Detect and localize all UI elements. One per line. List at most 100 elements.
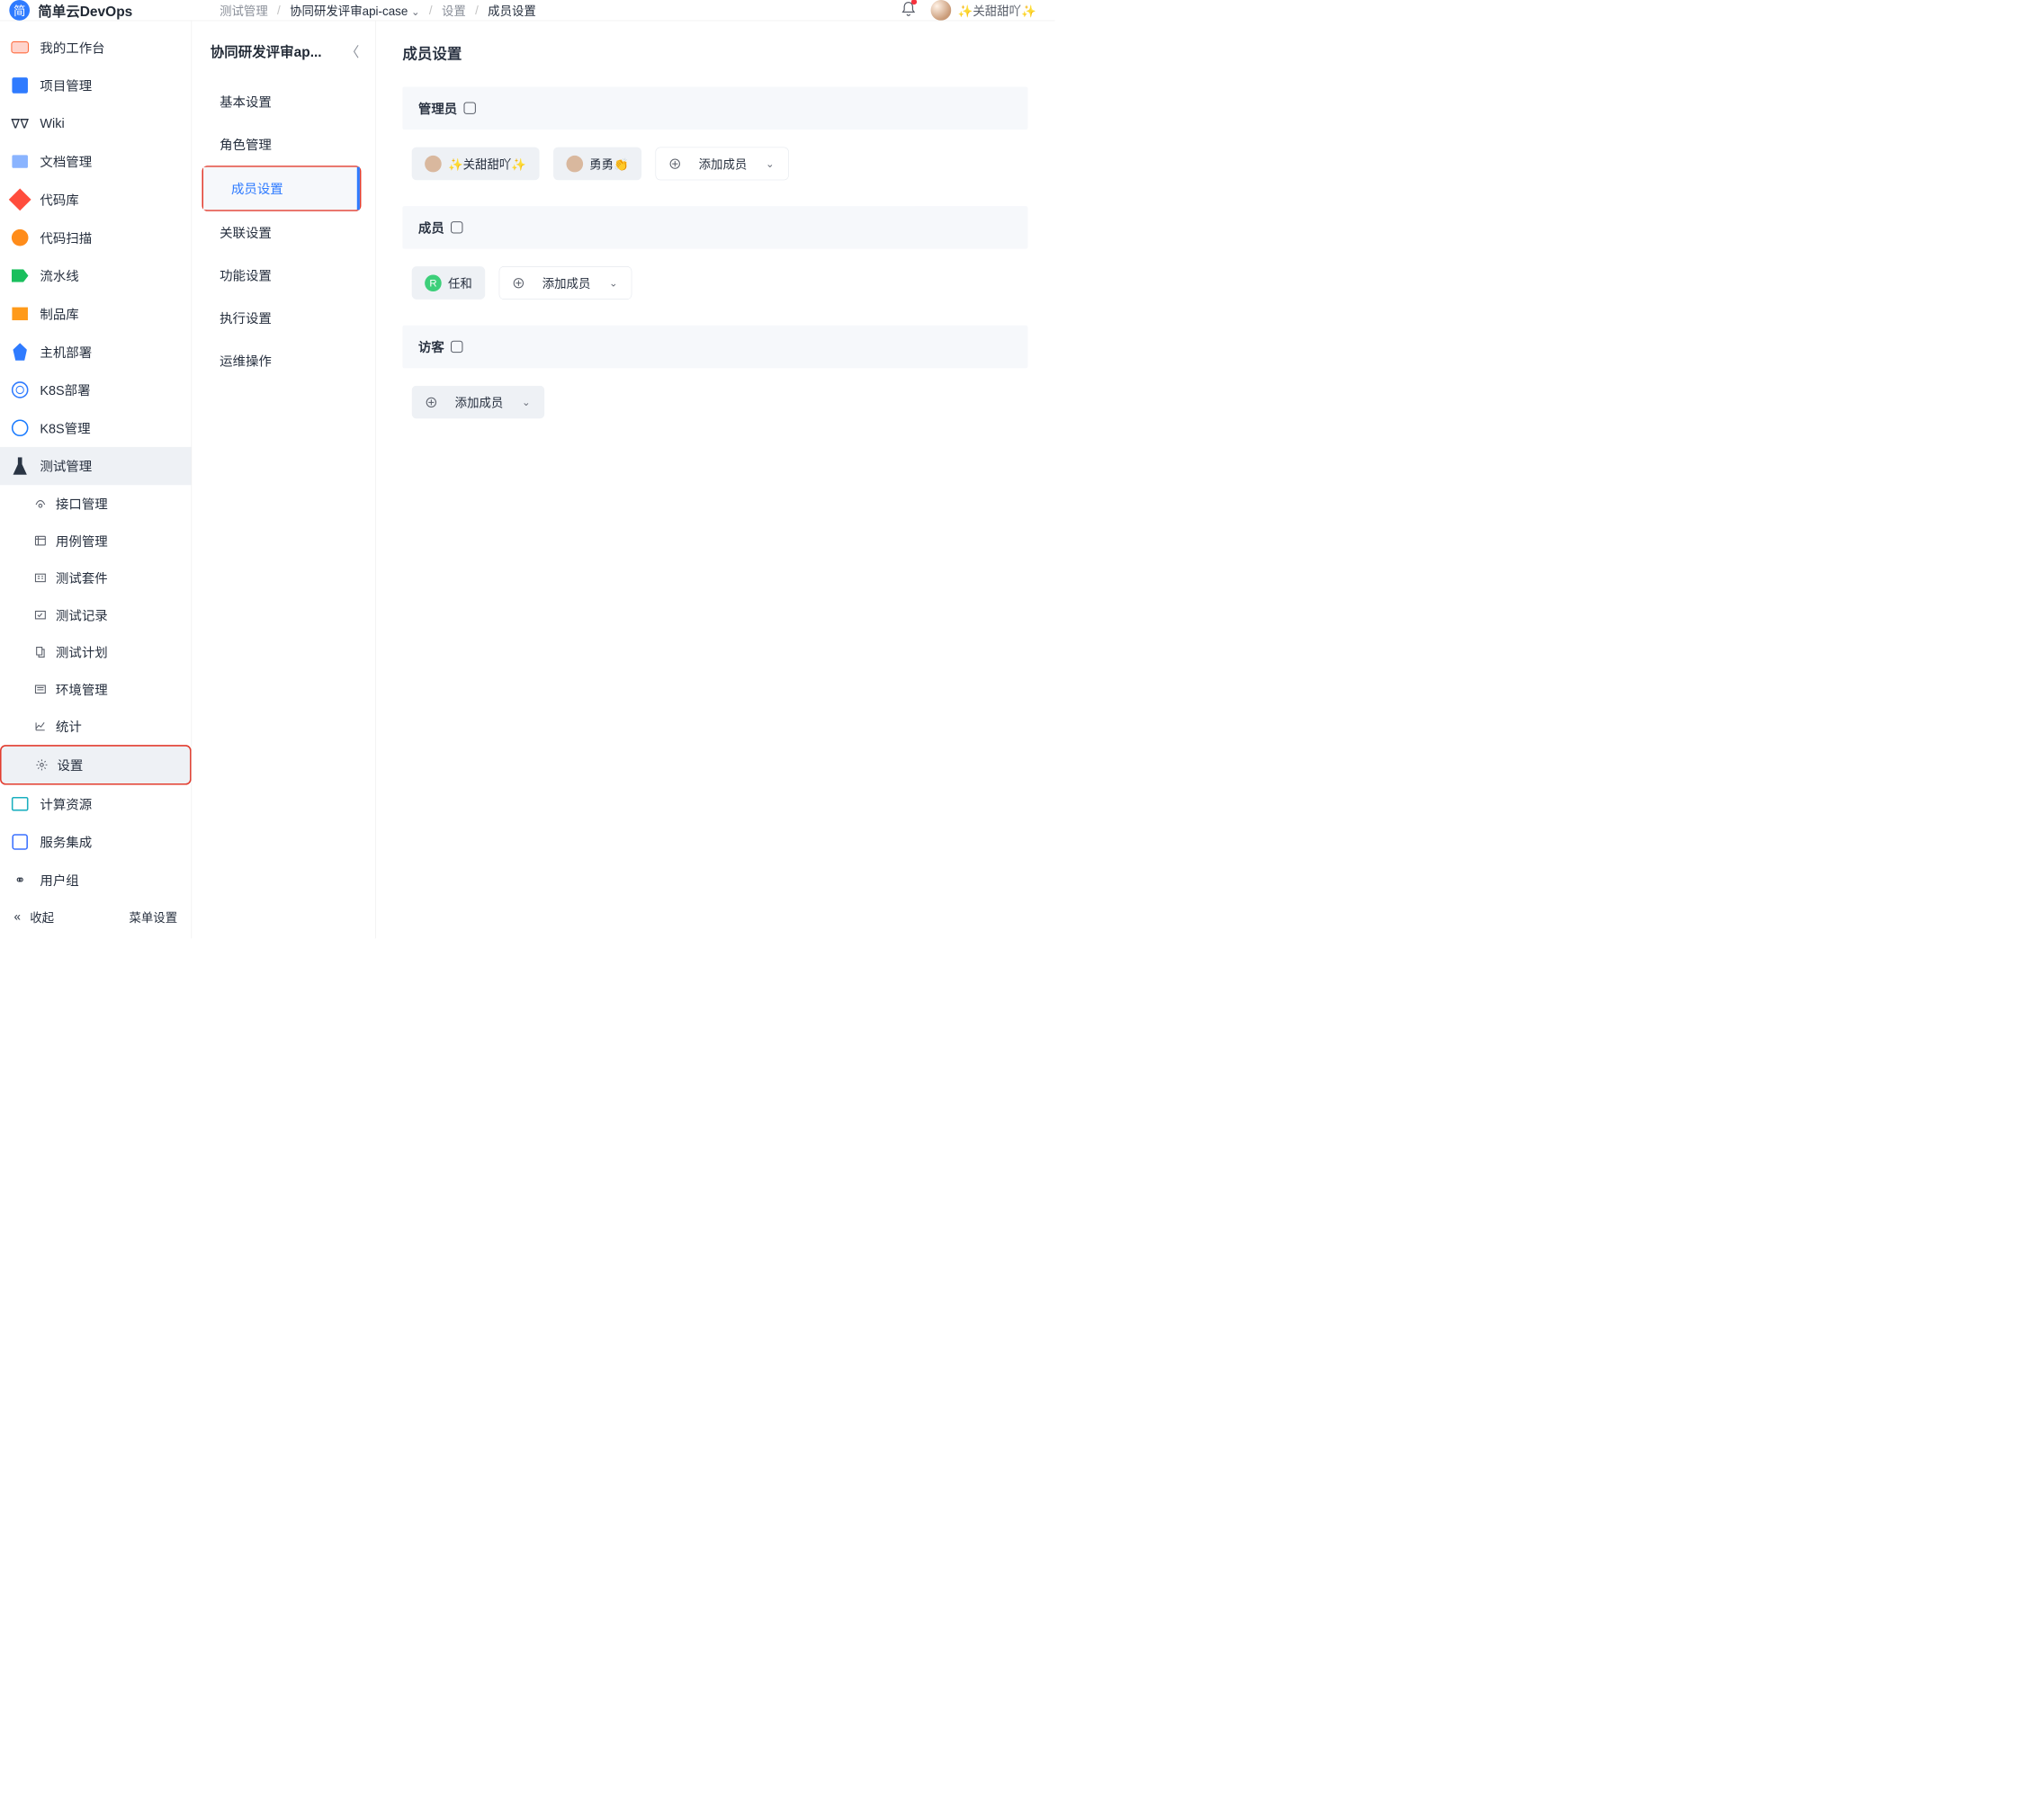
sidebar-item-label: 项目管理 (40, 76, 92, 95)
add-member-button[interactable]: 添加成员⌄ (499, 266, 632, 300)
member-chip[interactable]: R任和 (412, 266, 486, 300)
subitem-icon (35, 758, 49, 772)
notification-bell[interactable] (901, 1, 918, 20)
avatar-icon (566, 156, 583, 173)
plus-icon (670, 158, 680, 168)
breadcrumb-current: 成员设置 (488, 2, 536, 19)
user-name: ✨关甜甜吖✨ (958, 2, 1036, 19)
brand[interactable]: 简 简单云DevOps (0, 0, 192, 21)
sidebar-item-k8sd[interactable]: K8S部署 (0, 371, 192, 408)
sidebar-subitem[interactable]: 测试计划 (0, 633, 192, 670)
chevron-down-icon: ⌄ (609, 277, 618, 289)
breadcrumb-separator: / (429, 3, 433, 17)
breadcrumb-separator: / (475, 3, 479, 17)
sidebar-item-k8sm[interactable]: K8S管理 (0, 409, 192, 447)
settings-tab[interactable]: 成员设置 (203, 167, 360, 210)
section-title: 管理员 (418, 99, 457, 118)
sidebar-item-label: 计算资源 (40, 794, 92, 813)
scan-icon (10, 228, 30, 247)
avatar-icon (425, 156, 442, 173)
sidebar-item-service[interactable]: 服务集成 (0, 823, 192, 861)
usergrp-icon: ⚭ (10, 870, 30, 890)
subitem-icon (33, 533, 47, 547)
main-content: 成员设置 管理员✨关甜甜吖✨勇勇👏添加成员⌄成员R任和添加成员⌄访客添加成员⌄ (375, 21, 1054, 938)
sidebar-item-product[interactable]: 制品库 (0, 295, 192, 333)
section-header: 管理员 (402, 86, 1027, 129)
sidebar-item-compute[interactable]: 计算资源 (0, 785, 192, 823)
sidebar-subitem[interactable]: 测试套件 (0, 559, 192, 596)
section-admins: 管理员 ✨关甜甜吖✨ 勇勇👏 添加成员 ⌄ (402, 86, 1027, 201)
chevron-left-icon: 〈 (345, 45, 359, 60)
project-icon (10, 76, 30, 95)
sidebar-subitem[interactable]: 用例管理 (0, 522, 192, 559)
sidebar-item-label: K8S管理 (40, 418, 90, 437)
member-chip[interactable]: 勇勇👏 (553, 148, 641, 181)
add-member-button[interactable]: 添加成员 ⌄ (656, 148, 789, 181)
add-member-label: 添加成员 (699, 155, 748, 172)
sidebar-item-pipe[interactable]: 流水线 (0, 256, 192, 294)
member-name: ✨关甜甜吖✨ (448, 155, 526, 172)
shield-icon (463, 103, 475, 114)
settings-tab[interactable]: 运维操作 (192, 339, 375, 381)
menu-settings-link[interactable]: 菜单设置 (129, 908, 177, 926)
member-chip[interactable]: ✨关甜甜吖✨ (412, 148, 540, 181)
code-icon (10, 190, 30, 210)
compute-icon (10, 794, 30, 814)
sidebar-subitem[interactable]: 环境管理 (0, 671, 192, 708)
breadcrumb-root[interactable]: 测试管理 (220, 2, 268, 19)
member-name: 勇勇👏 (589, 155, 629, 172)
host-icon (10, 342, 30, 362)
plus-icon (426, 397, 436, 407)
breadcrumb-project[interactable]: 协同研发评审api-case ⌄ (290, 2, 419, 19)
sidebar-item-label: 代码库 (40, 191, 78, 210)
back-button[interactable]: 〈 (345, 40, 359, 61)
sidebar-item-wiki[interactable]: ᐁᐁWiki (0, 104, 192, 142)
sidebar-item-scan[interactable]: 代码扫描 (0, 219, 192, 256)
section-title: 访客 (418, 337, 444, 356)
sidebar-subitem[interactable]: 接口管理 (0, 485, 192, 522)
project-title: 协同研发评审ap... (211, 40, 322, 61)
add-member-button[interactable]: 添加成员 ⌄ (412, 386, 545, 419)
user-menu[interactable]: ✨关甜甜吖✨ (931, 0, 1036, 21)
subitem-icon (33, 571, 47, 585)
member-row: ✨关甜甜吖✨ 勇勇👏 添加成员 ⌄ (402, 130, 1027, 201)
sidebar-item-code[interactable]: 代码库 (0, 181, 192, 219)
sidebar-item-usergrp[interactable]: ⚭用户组 (0, 861, 192, 899)
subitem-icon (33, 683, 47, 696)
product-icon (10, 304, 30, 324)
sidebar-item-label: 主机部署 (40, 343, 92, 362)
section-guests: 访客添加成员 ⌄ (402, 326, 1027, 440)
workbench-icon (10, 38, 30, 58)
sidebar-subitem[interactable]: 统计 (0, 708, 192, 745)
sidebar-subitem-label: 测试计划 (56, 643, 108, 662)
breadcrumb-settings[interactable]: 设置 (442, 2, 466, 19)
section-header: 访客 (402, 326, 1027, 368)
topbar: 简 简单云DevOps 测试管理 / 协同研发评审api-case ⌄ / 设置… (0, 0, 1054, 21)
sidebar-subitem-label: 测试记录 (56, 605, 108, 624)
subitem-icon (33, 720, 47, 733)
settings-tab[interactable]: 功能设置 (192, 254, 375, 296)
sidebar-subitem-label: 用例管理 (56, 532, 108, 550)
sidebar-subitem[interactable]: 测试记录 (0, 596, 192, 633)
section-members: 成员R任和添加成员⌄ (402, 206, 1027, 320)
add-member-label: 添加成员 (455, 394, 504, 411)
sidebar-subitem[interactable]: 设置 (0, 745, 192, 784)
chevron-down-icon: ⌄ (522, 396, 531, 407)
sidebar-subitem-label: 统计 (56, 717, 82, 736)
sidebar-item-host[interactable]: 主机部署 (0, 333, 192, 371)
settings-tab[interactable]: 角色管理 (192, 123, 375, 166)
settings-tab[interactable]: 基本设置 (192, 80, 375, 122)
subitem-icon (33, 645, 47, 658)
sidebar-item-doc[interactable]: 文档管理 (0, 142, 192, 180)
page-title: 成员设置 (402, 42, 1027, 64)
settings-tab[interactable]: 执行设置 (192, 297, 375, 339)
sidebar-collapse[interactable]: « 收起 (13, 908, 54, 926)
sidebar-item-workbench[interactable]: 我的工作台 (0, 28, 192, 66)
test-icon (10, 456, 30, 476)
chevron-down-icon: ⌄ (766, 157, 775, 169)
settings-tab[interactable]: 关联设置 (192, 211, 375, 254)
doc-icon (10, 152, 30, 172)
chevron-down-icon: ⌄ (411, 5, 420, 17)
sidebar-item-test[interactable]: 测试管理 (0, 447, 192, 485)
sidebar-item-project[interactable]: 项目管理 (0, 67, 192, 104)
